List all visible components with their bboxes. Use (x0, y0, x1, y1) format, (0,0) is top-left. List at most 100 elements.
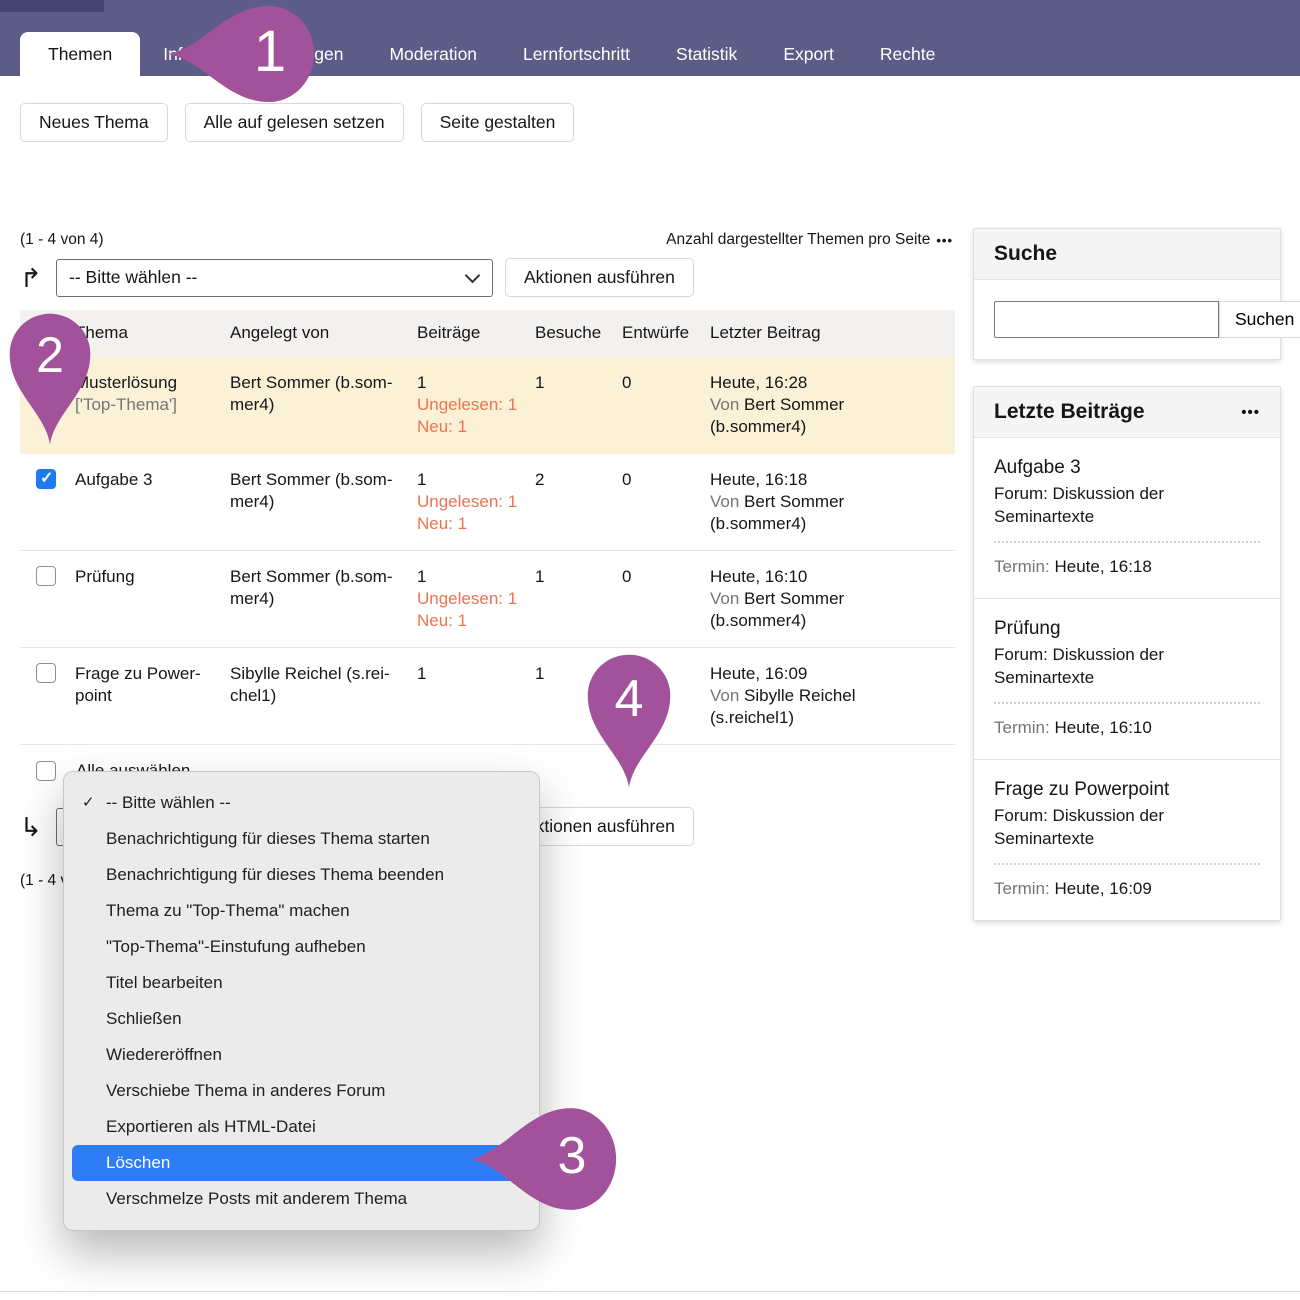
new-count: Neu: 1 (417, 513, 523, 535)
last-post-by-label: Von (710, 589, 739, 608)
posts-count: 1 (417, 664, 426, 683)
term-value: Heute, 16:18 (1054, 557, 1151, 576)
topic-tag: ['Top-Thema'] (75, 394, 218, 416)
last-post-by-label: Von (710, 686, 739, 705)
tab-rechte[interactable]: Rechte (857, 32, 958, 76)
latest-posts-title: Letzte Beiträge (994, 400, 1145, 424)
bulk-action-select-top-value: -- Bitte wählen -- (69, 267, 197, 288)
last-post-by-label: Von (710, 395, 739, 414)
menu-item-benachrichtigung-starten[interactable]: Benachrichtigung für dieses Thema starte… (64, 821, 539, 857)
annotation-pin-2: 2 (8, 312, 92, 446)
pagination-info: (1 - 4 von 4) (20, 231, 104, 249)
list-item: Frage zu Powerpoint Forum: Diskussion de… (974, 760, 1280, 920)
tab-moderation[interactable]: Moderation (366, 32, 500, 76)
topic-link[interactable]: Frage zu Power­point (75, 664, 201, 705)
topic-author: Sibylle Reichel (s.rei­chel1) (230, 648, 417, 722)
mark-all-read-button[interactable]: Alle auf gelesen setzen (185, 103, 404, 142)
topic-link[interactable]: Prüfung (75, 567, 135, 586)
list-item: Prüfung Forum: Diskussion der Seminartex… (974, 599, 1280, 760)
tab-bar: Themen Info Einstellungen Moderation Ler… (20, 32, 958, 76)
design-page-button[interactable]: Seite gestalten (421, 103, 575, 142)
new-count: Neu: 1 (417, 416, 523, 438)
search-input[interactable] (994, 301, 1219, 338)
apply-to-selection-bottom-icon: ↳ (20, 814, 44, 840)
corner-strip (0, 0, 104, 12)
last-post-time: Heute, 16:09 (710, 664, 807, 683)
table-row: Aufgabe 3 Bert Sommer (b.som­mer4) 1 Ung… (20, 454, 955, 551)
visits-count: 1 (535, 551, 622, 603)
tab-export[interactable]: Export (760, 32, 857, 76)
tab-lernfortschritt[interactable]: Lernfortschritt (500, 32, 653, 76)
latest-posts-more-icon[interactable]: ••• (1241, 404, 1260, 421)
tab-themen[interactable]: Themen (20, 32, 140, 76)
search-button[interactable]: Suchen (1219, 301, 1300, 338)
menu-item-bitte-waehlen[interactable]: ✓ -- Bitte wählen -- (64, 785, 539, 821)
term-label: Termin: (994, 557, 1050, 576)
menu-item-verschiebe-thema[interactable]: Verschiebe Thema in anderes Forum (64, 1073, 539, 1109)
per-page-more-icon[interactable]: ••• (936, 233, 953, 248)
term-value: Heute, 16:09 (1054, 879, 1151, 898)
annotation-pin-3: 3 (468, 1106, 618, 1212)
col-letzter-beitrag[interactable]: Letzter Beitrag (710, 310, 955, 357)
bulk-action-select-top[interactable]: -- Bitte wählen -- (56, 259, 493, 297)
term-label: Termin: (994, 718, 1050, 737)
execute-actions-button-top[interactable]: Aktionen ausführen (505, 258, 694, 297)
row-checkbox[interactable] (36, 566, 56, 586)
latest-posts-panel: Letzte Beiträge ••• Aufgabe 3 Forum: Dis… (973, 386, 1281, 921)
annotation-pin-1: 1 (166, 4, 316, 104)
menu-item-top-thema-machen[interactable]: Thema zu "Top-Thema" machen (64, 893, 539, 929)
top-action-bar: ↱ -- Bitte wählen -- Aktionen ausführen (20, 258, 955, 297)
latest-post-title[interactable]: Aufgabe 3 (994, 457, 1260, 479)
menu-item-top-thema-aufheben[interactable]: "Top-Thema"-Einstufung aufheben (64, 929, 539, 965)
term-label: Termin: (994, 879, 1050, 898)
footer-divider (0, 1291, 1300, 1292)
row-checkbox[interactable] (36, 469, 56, 489)
col-angelegt-von[interactable]: Angelegt von (230, 310, 417, 357)
latest-post-forum: Forum: Diskussion der Seminartex­te (994, 644, 1260, 690)
last-post-time: Heute, 16:10 (710, 567, 807, 586)
unread-count: Ungelesen: 1 (417, 394, 523, 416)
tab-statistik[interactable]: Statistik (653, 32, 760, 76)
drafts-count: 0 (622, 551, 710, 603)
menu-item-titel-bearbeiten[interactable]: Titel bearbeiten (64, 965, 539, 1001)
topic-author: Bert Sommer (b.som­mer4) (230, 551, 417, 625)
posts-count: 1 (417, 567, 426, 586)
menu-item-benachrichtigung-beenden[interactable]: Benachrichtigung für dieses Thema beende… (64, 857, 539, 893)
pin-number: 1 (224, 18, 316, 85)
topics-table: Thema Angelegt von Beiträge Besu­che Ent… (20, 310, 955, 745)
table-row: Frage zu Power­point Sibylle Reichel (s.… (20, 648, 955, 745)
latest-post-title[interactable]: Frage zu Powerpoint (994, 779, 1260, 801)
check-icon: ✓ (82, 785, 95, 821)
topic-link[interactable]: Aufgabe 3 (75, 470, 153, 489)
list-meta: (1 - 4 von 4) Anzahl dargestellter Theme… (20, 231, 955, 249)
per-page-label: Anzahl dargestellter Themen pro Seite (666, 231, 930, 249)
table-row: Prüfung Bert Sommer (b.som­mer4) 1 Ungel… (20, 551, 955, 648)
apply-to-selection-top-icon: ↱ (20, 265, 44, 291)
toolbar: Neues Thema Alle auf gelesen setzen Seit… (20, 103, 574, 142)
last-post-by-label: Von (710, 492, 739, 511)
posts-count: 1 (417, 470, 426, 489)
col-besuche[interactable]: Besu­che (535, 310, 622, 357)
menu-item-schliessen[interactable]: Schließen (64, 1001, 539, 1037)
unread-count: Ungelesen: 1 (417, 491, 523, 513)
pin-number: 2 (8, 326, 92, 384)
search-panel: Suche Suchen (973, 228, 1281, 360)
drafts-count: 0 (622, 454, 710, 506)
topic-author: Bert Sommer (b.som­mer4) (230, 357, 417, 431)
visits-count: 2 (535, 454, 622, 506)
new-topic-button[interactable]: Neues Thema (20, 103, 168, 142)
menu-item-wiedereroeffnen[interactable]: Wiedereröffnen (64, 1037, 539, 1073)
latest-post-title[interactable]: Prüfung (994, 618, 1260, 640)
last-post-time: Heute, 16:18 (710, 470, 807, 489)
col-entwuerfe[interactable]: Entwür­fe (622, 310, 710, 357)
sidebar: Suche Suchen Letzte Beiträge ••• Aufgabe… (973, 228, 1281, 921)
menu-item-loeschen[interactable]: Löschen (72, 1145, 531, 1181)
table-header-row: Thema Angelegt von Beiträge Besu­che Ent… (20, 310, 955, 357)
visits-count: 1 (535, 357, 622, 409)
col-thema[interactable]: Thema (75, 310, 230, 357)
select-all-checkbox[interactable] (36, 761, 56, 781)
table-row: Musterlösung ['Top-Thema'] Bert Sommer (… (20, 357, 955, 453)
col-beitraege[interactable]: Beiträge (417, 310, 535, 357)
annotation-pin-4: 4 (586, 653, 672, 789)
row-checkbox[interactable] (36, 663, 56, 683)
